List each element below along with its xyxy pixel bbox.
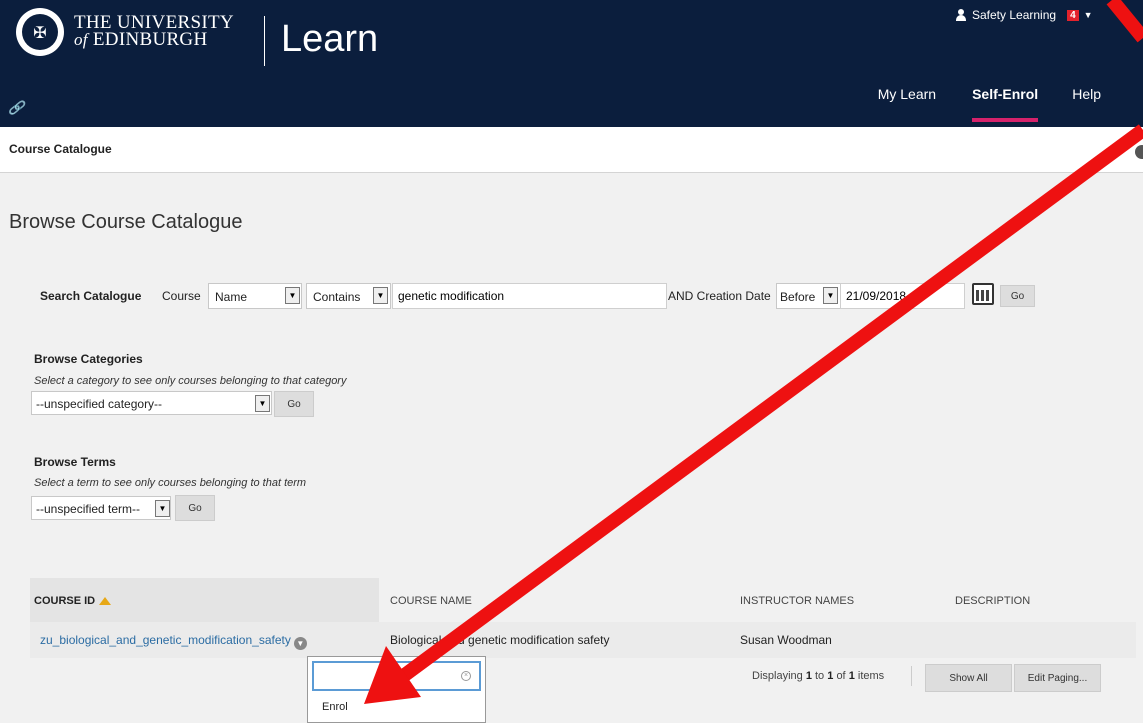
instructor-name-cell: Susan Woodman — [740, 633, 832, 647]
search-catalogue-label: Search Catalogue — [40, 289, 142, 303]
user-name: Safety Learning — [972, 8, 1057, 22]
logo-divider — [264, 16, 265, 66]
paging-divider — [911, 666, 912, 686]
breadcrumb-title: Course Catalogue — [9, 142, 112, 156]
search-query-input[interactable] — [392, 283, 667, 309]
search-operator-dropdown-button[interactable]: ▼ — [373, 287, 388, 304]
search-field-value: Name — [215, 290, 248, 304]
category-dropdown-button[interactable]: ▼ — [255, 395, 270, 412]
paging-suffix: items — [857, 670, 885, 682]
term-go-button[interactable]: Go — [175, 495, 215, 521]
paging-total: 1 — [848, 670, 855, 682]
paging-to-word: to — [815, 670, 825, 682]
university-name-line2: EDINBURGH — [92, 29, 208, 50]
date-operator-dropdown-button[interactable]: ▼ — [823, 287, 838, 304]
column-header-description[interactable]: DESCRIPTION — [955, 595, 1030, 607]
column-header-course-id-label: COURSE ID — [34, 595, 96, 607]
help-icon[interactable] — [1135, 145, 1143, 159]
app-title[interactable]: Learn — [281, 18, 378, 61]
paging-of-word: of — [836, 670, 846, 682]
paging-prefix: Displaying — [752, 670, 803, 682]
menu-item-enrol[interactable]: Enrol — [322, 701, 348, 713]
course-id-link[interactable]: zu_biological_and_genetic_modification_s… — [40, 633, 291, 647]
search-go-button[interactable]: Go — [1000, 285, 1035, 307]
page-title: Browse Course Catalogue — [9, 211, 243, 233]
show-all-button[interactable]: Show All — [925, 664, 1012, 692]
chevron-down-icon[interactable]: ▼ — [293, 637, 307, 650]
creation-date-input[interactable] — [840, 283, 965, 309]
search-field-dropdown-button[interactable]: ▼ — [285, 287, 300, 304]
browse-terms-description: Select a term to see only courses belong… — [34, 477, 307, 489]
term-select[interactable]: --unspecified term-- — [31, 496, 171, 520]
university-crest-icon[interactable]: ✠ — [16, 8, 64, 56]
university-name[interactable]: THE UNIVERSITY of EDINBURGH — [74, 13, 234, 50]
user-icon — [955, 9, 967, 21]
clear-icon[interactable]: × — [461, 671, 471, 681]
column-header-course-name[interactable]: COURSE NAME — [390, 595, 472, 607]
column-header-course-id[interactable]: COURSE ID — [30, 578, 379, 622]
column-header-instructor-names[interactable]: INSTRUCTOR NAMES — [740, 595, 854, 607]
date-operator-value: Before — [780, 290, 816, 304]
breadcrumb: Course Catalogue — [0, 127, 1143, 173]
top-navigation: My Learn Self-Enrol Help — [878, 86, 1101, 122]
sort-ascending-icon — [99, 597, 112, 605]
chevron-down-icon[interactable]: ▼ — [1084, 10, 1093, 20]
paging-status: Displaying 1 to 1 of 1 items — [752, 670, 884, 682]
paging-to: 1 — [827, 670, 834, 682]
course-name-cell: Biological and genetic modification safe… — [390, 633, 610, 647]
calendar-icon[interactable] — [972, 283, 994, 305]
term-dropdown-button[interactable]: ▼ — [155, 500, 170, 517]
context-menu-search-input[interactable]: × — [312, 661, 481, 691]
notification-badge[interactable]: 4 — [1067, 9, 1079, 21]
site-header: ✠ THE UNIVERSITY of EDINBURGH Learn 🔗 Sa… — [0, 0, 1143, 127]
paging-from: 1 — [805, 670, 812, 682]
search-field-label: Course — [162, 289, 201, 303]
browse-categories-title: Browse Categories — [34, 352, 143, 366]
browse-categories-description: Select a category to see only courses be… — [34, 375, 347, 387]
creation-date-label: AND Creation Date — [668, 289, 771, 303]
user-menu[interactable]: Safety Learning 4 ▼ — [955, 8, 1093, 22]
context-menu: × Enrol — [307, 656, 486, 723]
university-name-of: of — [74, 30, 88, 49]
nav-my-learn[interactable]: My Learn — [878, 86, 936, 122]
nav-self-enrol[interactable]: Self-Enrol — [972, 86, 1039, 122]
category-select-value: --unspecified category-- — [36, 397, 163, 411]
course-id-cell[interactable]: zu_biological_and_genetic_modification_s… — [40, 633, 307, 650]
link-icon[interactable]: 🔗 — [8, 100, 24, 116]
edit-paging-button[interactable]: Edit Paging... — [1014, 664, 1101, 692]
nav-help[interactable]: Help — [1072, 86, 1101, 122]
term-select-value: --unspecified term-- — [36, 502, 141, 516]
browse-terms-title: Browse Terms — [34, 455, 116, 469]
category-select[interactable]: --unspecified category-- — [31, 391, 272, 415]
category-go-button[interactable]: Go — [274, 391, 314, 417]
search-operator-value: Contains — [313, 290, 361, 304]
